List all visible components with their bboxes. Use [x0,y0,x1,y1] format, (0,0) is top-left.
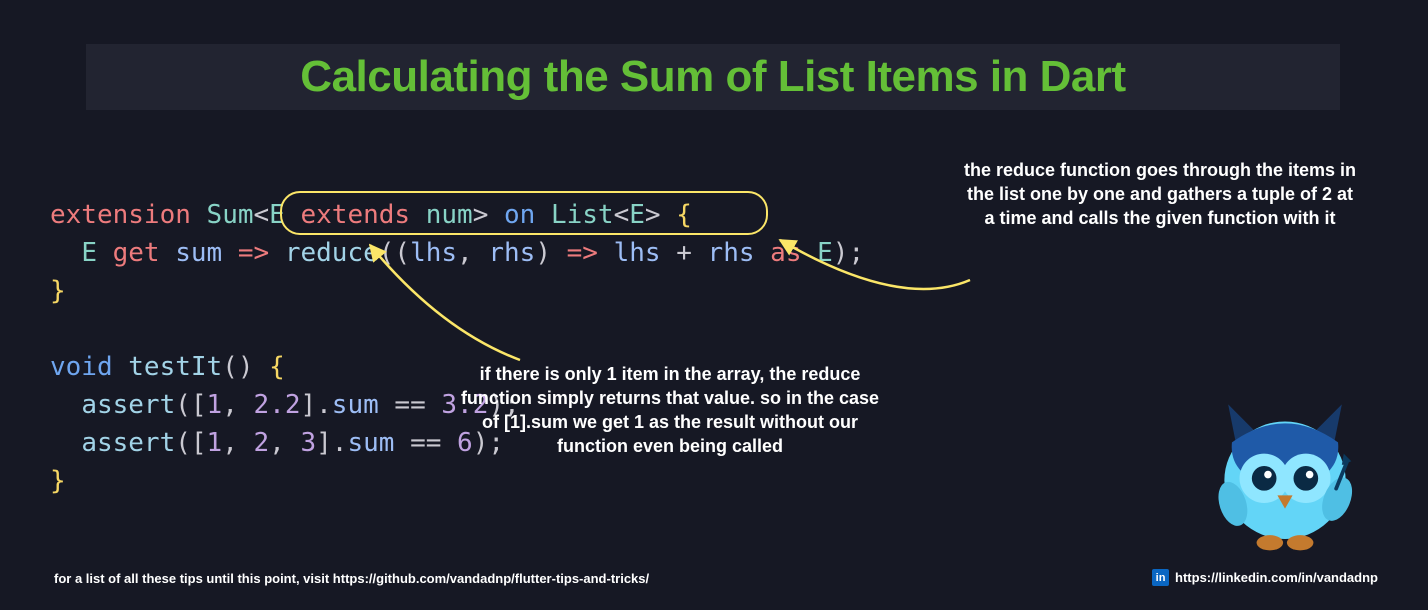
kw-void: void [50,352,113,382]
type-e-4: E [817,238,833,268]
linkedin-icon: in [1152,569,1169,586]
type-sum: Sum [207,200,254,230]
param-rhs: rhs [488,238,535,268]
kw-as: as [770,238,801,268]
semicolon: ); [833,238,864,268]
var-rhs: rhs [708,238,755,268]
footer-tips-link[interactable]: for a list of all these tips until this … [54,571,649,586]
fn-assert: assert [81,390,175,420]
param-lhs: lhs [410,238,457,268]
type-list: List [551,200,614,230]
footer-linkedin-link[interactable]: in https://linkedin.com/in/vandadnp [1152,569,1378,586]
bracket: ([ [175,390,206,420]
num-2: 2.2 [254,390,301,420]
eq-2: == [410,428,441,458]
paren: (( [379,238,410,268]
comma-3: , [222,428,238,458]
page-title: Calculating the Sum of List Items in Dar… [300,52,1125,102]
brace-close-2: } [50,466,66,496]
prop-sum: sum [175,238,222,268]
var-lhs: lhs [614,238,661,268]
brace-open: { [676,200,692,230]
footer-left-text: for a list of all these tips until this … [54,571,649,586]
prop-sum-2: sum [332,390,379,420]
parens: () [222,352,253,382]
type-e-3: E [81,238,97,268]
angle-close: > [473,200,489,230]
fn-assert-2: assert [81,428,175,458]
num-6: 3 [300,428,316,458]
kw-extension: extension [50,200,191,230]
type-e-2: E [629,200,645,230]
angle-open-2: < [614,200,630,230]
comma-4: , [269,428,285,458]
prop-sum-3: sum [347,428,394,458]
title-banner: Calculating the Sum of List Items in Dar… [86,44,1340,110]
kw-get: get [113,238,160,268]
angle-open: < [254,200,270,230]
annotation-reduce: the reduce function goes through the ite… [960,158,1360,230]
type-num: num [426,200,473,230]
arrow-2: => [567,238,598,268]
kw-extends: extends [300,200,410,230]
bracket-close-2: ]. [316,428,347,458]
num-1: 1 [207,390,223,420]
paren-close: ) [535,238,551,268]
mascot-owl-icon [1190,376,1380,556]
num-5: 2 [254,428,270,458]
kw-on: on [504,200,535,230]
arrow: => [238,238,269,268]
brace-close: } [50,276,66,306]
eq: == [394,390,425,420]
footer-right-text: https://linkedin.com/in/vandadnp [1175,570,1378,585]
type-e: E [269,200,285,230]
brace-open-2: { [269,352,285,382]
comma-2: , [222,390,238,420]
angle-close-2: > [645,200,661,230]
plus: + [676,238,692,268]
num-4: 1 [207,428,223,458]
bracket-close: ]. [300,390,331,420]
annotation-single-item: if there is only 1 item in the array, th… [460,362,880,458]
fn-testit: testIt [128,352,222,382]
comma: , [457,238,473,268]
bracket-2: ([ [175,428,206,458]
fn-reduce: reduce [285,238,379,268]
